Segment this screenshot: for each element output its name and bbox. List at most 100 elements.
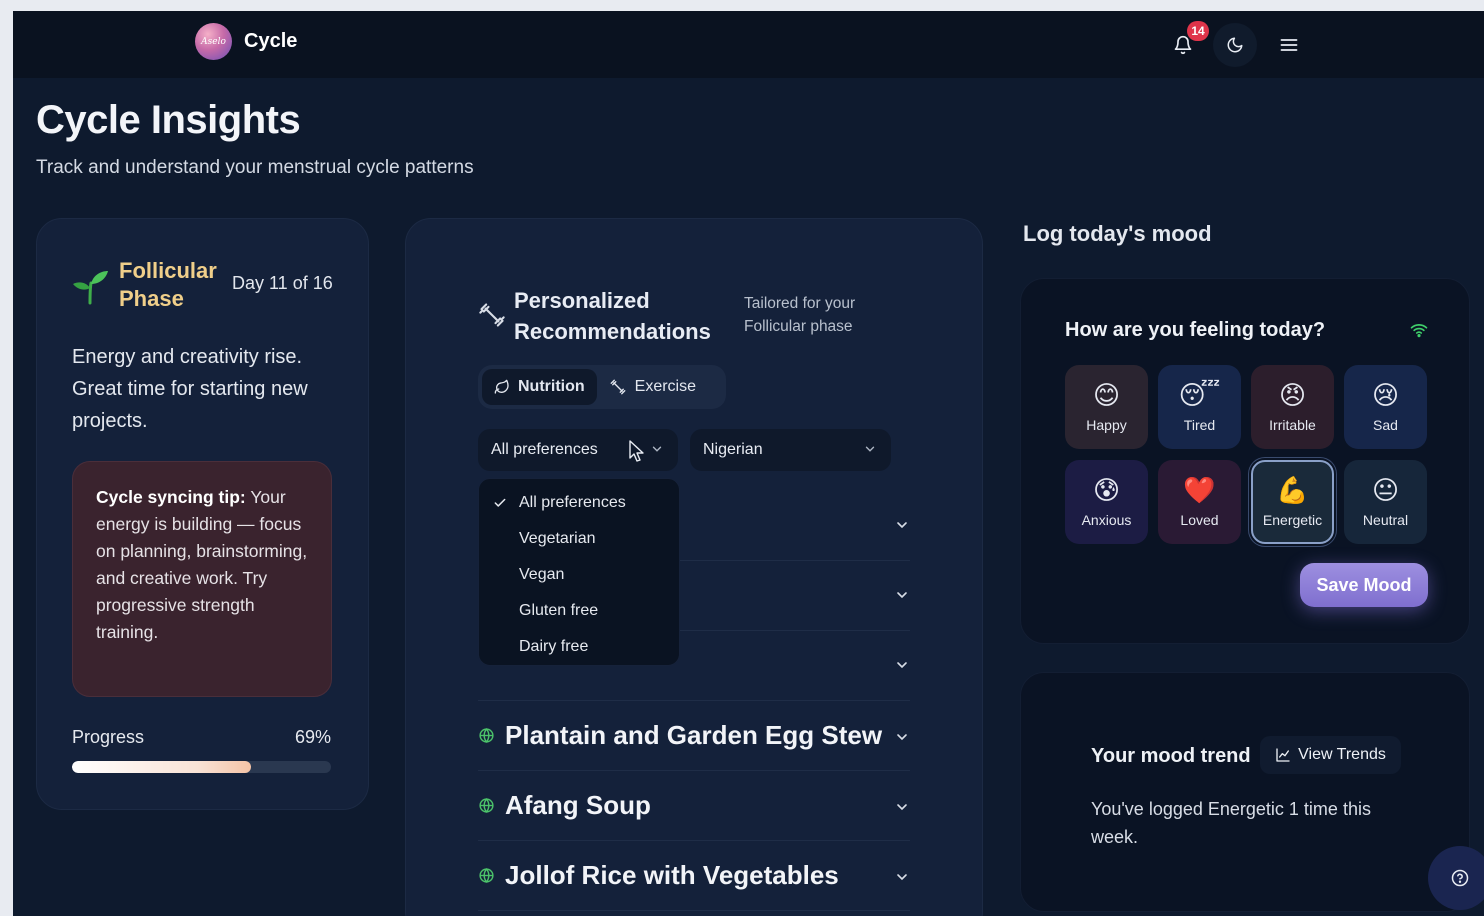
mood-section-heading: Log today's mood xyxy=(1023,221,1212,246)
dropdown-option-dairy-free[interactable]: Dairy free xyxy=(479,629,679,665)
mood-emoji-icon: 😠 xyxy=(1278,380,1307,410)
check-icon xyxy=(494,498,506,507)
dropdown-option-label: All preferences xyxy=(519,494,626,511)
mood-option-tired[interactable]: 😴 Tired xyxy=(1158,365,1241,449)
chevron-down-icon xyxy=(897,522,907,529)
line-chart-icon xyxy=(1276,748,1290,762)
recommendations-card: Personalized Recommendations Tailored fo… xyxy=(405,218,983,916)
mood-option-loved[interactable]: ❤️ Loved xyxy=(1158,460,1241,544)
app-window: Aselo Cycle 14 Cycle Insights Track and … xyxy=(13,11,1484,916)
menu-button[interactable] xyxy=(1269,25,1309,65)
page-title: Cycle Insights xyxy=(36,98,301,142)
tab-nutrition[interactable]: Nutrition xyxy=(482,369,597,405)
dropdown-option-vegetarian[interactable]: Vegetarian xyxy=(479,521,679,557)
mood-option-label: Energetic xyxy=(1262,512,1323,528)
mood-emoji-icon: 😰 xyxy=(1092,475,1121,505)
phase-day: Day 11 of 16 xyxy=(232,273,333,293)
brand-logo: Aselo xyxy=(195,23,232,60)
dropdown-option-label: Gluten free xyxy=(519,602,599,619)
chevron-down-icon xyxy=(897,592,907,599)
preference-select-value: All preferences xyxy=(491,441,598,458)
phase-name: Follicular Phase xyxy=(119,258,217,311)
cuisine-select[interactable]: Nigerian xyxy=(690,429,891,471)
preference-dropdown-menu: All preferences Vegetarian Vegan Gluten … xyxy=(478,478,680,666)
dropdown-option-gluten-free[interactable]: Gluten free xyxy=(479,593,679,629)
dropdown-option-label: Vegan xyxy=(519,566,565,583)
recommendations-tagline: Tailored for your Follicular phase xyxy=(744,295,856,335)
dropdown-option-vegan[interactable]: Vegan xyxy=(479,557,679,593)
phase-header: Follicular Phase xyxy=(71,257,219,313)
brand-name: Cycle xyxy=(244,30,298,52)
chevron-down-icon xyxy=(897,804,907,811)
mood-question: How are you feeling today? xyxy=(1065,319,1326,341)
chevron-down-icon xyxy=(897,874,907,881)
recipe-name: Plantain and Garden Egg Stew xyxy=(505,720,883,750)
mood-option-label: Sad xyxy=(1373,417,1398,433)
mood-option-neutral[interactable]: 😐 Neutral xyxy=(1344,460,1427,544)
mood-option-label: Tired xyxy=(1183,417,1216,433)
mood-options-grid: 😊 Happy 😴 Tired 😠 Irritable 😢 Sad 😰 Anxious ❤️ Love… xyxy=(1065,365,1427,544)
mood-trend-card: Your mood trend View Trends You've logge… xyxy=(1020,672,1470,912)
save-mood-button[interactable]: Save Mood xyxy=(1300,563,1428,607)
tip-text: Your energy is building — focus on plann… xyxy=(96,487,308,642)
view-trends-button[interactable]: View Trends xyxy=(1260,736,1401,774)
recipe-row[interactable]: Plantain and Garden Egg Stew xyxy=(478,701,910,771)
mood-option-label: Happy xyxy=(1086,417,1127,433)
theme-toggle-button[interactable] xyxy=(1213,23,1257,67)
progress-fill xyxy=(72,761,251,773)
mood-option-energetic[interactable]: 💪 Energetic xyxy=(1251,460,1334,544)
dropdown-option-all-preferences[interactable]: All preferences xyxy=(479,485,679,521)
dumbbell-icon xyxy=(610,379,626,395)
top-navbar: Aselo Cycle 14 xyxy=(13,11,1484,78)
moon-icon xyxy=(1227,37,1243,53)
globe-icon xyxy=(479,868,494,883)
mood-emoji-icon: 😐 xyxy=(1371,475,1400,505)
phase-card: Follicular Phase Day 11 of 16 Energy and… xyxy=(36,218,369,810)
mood-option-irritable[interactable]: 😠 Irritable xyxy=(1251,365,1334,449)
mood-option-anxious[interactable]: 😰 Anxious xyxy=(1065,460,1148,544)
recommendations-title: Personalized Recommendations xyxy=(514,288,711,344)
mood-option-label: Irritable xyxy=(1269,417,1316,433)
recipe-name: Jollof Rice with Vegetables xyxy=(505,860,839,890)
mood-emoji-icon: 😴 xyxy=(1178,380,1221,410)
recipe-name: Afang Soup xyxy=(505,790,651,820)
leaf-icon xyxy=(494,379,509,394)
view-trends-label: View Trends xyxy=(1298,746,1386,763)
brand[interactable]: Aselo Cycle xyxy=(195,23,297,60)
progress-label: Progress xyxy=(72,727,145,747)
mood-emoji-icon: 😢 xyxy=(1371,380,1400,410)
tab-exercise-label: Exercise xyxy=(634,378,697,395)
chevron-down-icon xyxy=(652,446,662,452)
mood-option-label: Loved xyxy=(1180,512,1219,528)
recommendations-header: Personalized Recommendations xyxy=(478,285,724,347)
mood-trend-title: Your mood trend xyxy=(1091,745,1251,767)
wifi-icon xyxy=(1410,324,1428,338)
preference-select[interactable]: All preferences xyxy=(478,429,678,471)
nav-actions: 14 xyxy=(1163,21,1309,67)
notification-badge: 14 xyxy=(1187,21,1209,41)
help-icon xyxy=(1451,869,1469,887)
sprout-icon xyxy=(73,271,108,305)
cursor-icon xyxy=(629,440,644,462)
mood-emoji-icon: ❤️ xyxy=(1183,475,1216,505)
tab-nutrition-label: Nutrition xyxy=(518,378,585,395)
help-button[interactable] xyxy=(1428,846,1484,910)
mood-option-label: Anxious xyxy=(1081,512,1132,528)
mood-emoji-icon: 😊 xyxy=(1092,380,1121,410)
recipe-row[interactable]: Jollof Rice with Vegetables xyxy=(478,841,910,911)
progress-bar xyxy=(72,761,331,773)
mood-option-sad[interactable]: 😢 Sad xyxy=(1344,365,1427,449)
progress-percent: 69% xyxy=(294,727,331,747)
dropdown-option-label: Vegetarian xyxy=(519,530,596,547)
dropdown-option-label: Dairy free xyxy=(519,638,589,655)
mood-trend-text: You've logged Energetic 1 time this week… xyxy=(1091,799,1371,847)
mood-option-happy[interactable]: 😊 Happy xyxy=(1065,365,1148,449)
chevron-down-icon xyxy=(897,734,907,741)
mood-option-label: Neutral xyxy=(1362,512,1409,528)
globe-icon xyxy=(479,728,494,743)
mood-emoji-icon: 💪 xyxy=(1276,475,1309,505)
dumbbell-icon xyxy=(479,303,505,327)
recipe-row[interactable]: Afang Soup xyxy=(478,771,910,841)
tab-exercise[interactable]: Exercise xyxy=(597,369,708,405)
notifications-button[interactable]: 14 xyxy=(1163,21,1209,65)
